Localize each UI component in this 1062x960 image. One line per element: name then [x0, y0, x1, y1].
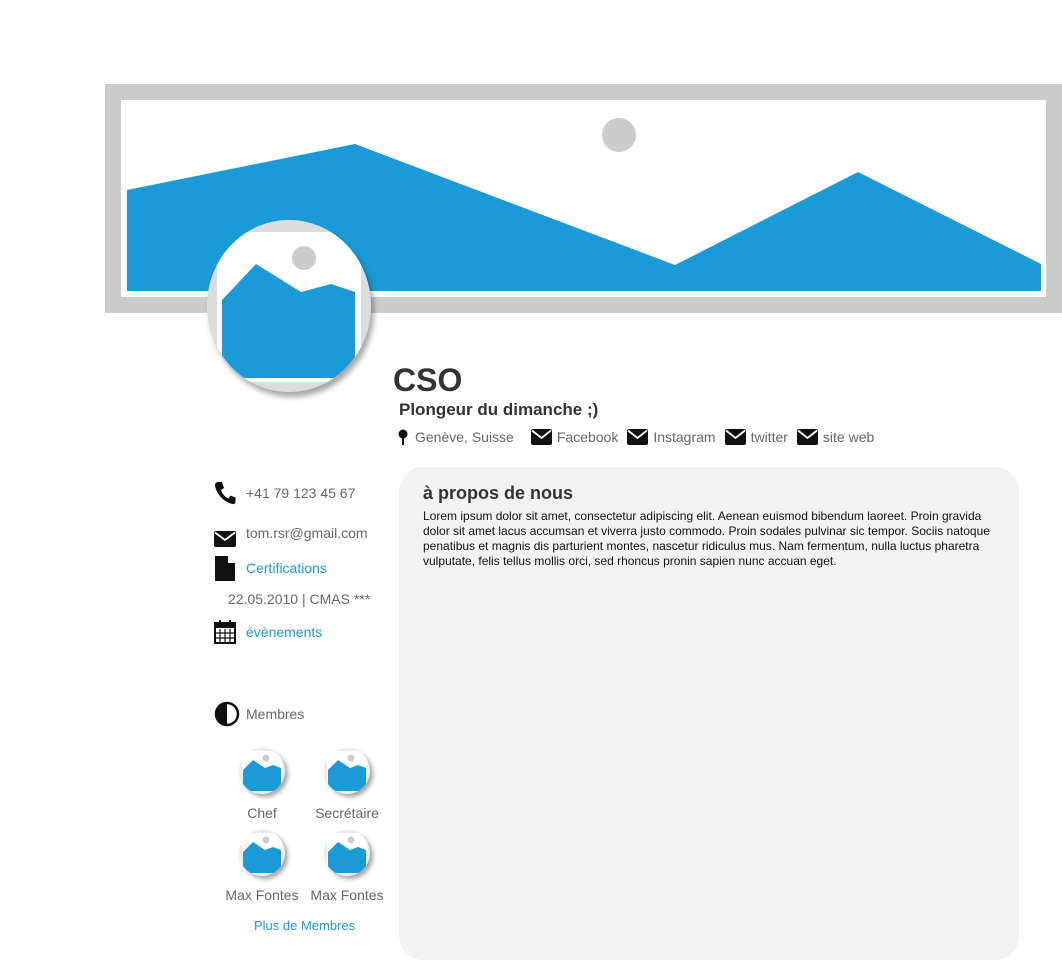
- events-link[interactable]: évènements: [246, 624, 322, 640]
- certification-detail: 22.05.2010 | CMAS ***: [228, 591, 371, 607]
- member-card-chef[interactable]: Chef: [217, 748, 307, 821]
- member-name: Chef: [247, 805, 277, 821]
- profile-tagline: Plongeur du dimanche ;): [399, 400, 599, 419]
- map-pin-icon: [398, 429, 408, 445]
- image-placeholder-icon: [207, 220, 371, 392]
- profile-avatar[interactable]: [207, 220, 371, 392]
- website-link[interactable]: site web: [796, 429, 875, 445]
- member-avatar: [239, 830, 285, 876]
- member-name: Max Fontes: [225, 887, 299, 903]
- envelope-icon: [627, 429, 649, 445]
- image-placeholder-icon: [242, 833, 282, 873]
- facebook-link[interactable]: Facebook: [530, 429, 619, 445]
- envelope-icon: [214, 531, 236, 547]
- member-card-max-fontes-1[interactable]: Max Fontes: [217, 830, 307, 903]
- events-row: évènements: [214, 620, 322, 644]
- phone-number: +41 79 123 45 67: [246, 485, 356, 501]
- image-placeholder-icon: [242, 751, 282, 791]
- envelope-icon: [724, 429, 746, 445]
- certifications-link[interactable]: Certifications: [246, 560, 327, 576]
- profile-info-bar: Genève, Suisse Facebook Instagram twitte…: [396, 428, 883, 446]
- about-heading: à propos de nous: [423, 483, 574, 503]
- location-item: Genève, Suisse: [396, 429, 522, 445]
- envelope-icon: [530, 429, 552, 445]
- image-placeholder-icon: [327, 833, 367, 873]
- member-card-secretaire[interactable]: Secrétaire: [302, 748, 392, 821]
- members-label: Membres: [246, 706, 305, 722]
- member-avatar: [324, 830, 370, 876]
- member-card-max-fontes-2[interactable]: Max Fontes: [302, 830, 392, 903]
- about-panel: à propos de nous Lorem ipsum dolor sit a…: [399, 467, 1019, 960]
- twitter-link[interactable]: twitter: [724, 429, 788, 445]
- member-avatar: [324, 748, 370, 794]
- phone-row: +41 79 123 45 67: [214, 480, 355, 506]
- website-link-label: site web: [822, 429, 875, 445]
- email-address: tom.rsr@gmail.com: [246, 525, 368, 541]
- document-icon: [215, 555, 235, 581]
- instagram-link[interactable]: Instagram: [627, 429, 716, 445]
- half-circle-icon: [214, 701, 240, 727]
- envelope-icon: [796, 429, 818, 445]
- members-header: Membres: [214, 701, 304, 727]
- instagram-link-label: Instagram: [653, 429, 716, 445]
- location-text: Genève, Suisse: [415, 429, 514, 445]
- member-name: Max Fontes: [310, 887, 384, 903]
- page-title: CSO: [393, 362, 463, 398]
- member-name: Secrétaire: [315, 805, 379, 821]
- facebook-link-label: Facebook: [556, 429, 619, 445]
- phone-icon: [214, 482, 236, 505]
- more-members-link[interactable]: Plus de Membres: [254, 918, 355, 934]
- image-placeholder-icon: [327, 751, 367, 791]
- about-body: Lorem ipsum dolor sit amet, consectetur …: [423, 509, 990, 568]
- member-avatar: [239, 748, 285, 794]
- email-row: tom.rsr@gmail.com: [214, 524, 368, 547]
- certifications-row: Certifications: [214, 555, 327, 581]
- twitter-link-label: twitter: [750, 429, 788, 445]
- calendar-icon: [214, 620, 236, 644]
